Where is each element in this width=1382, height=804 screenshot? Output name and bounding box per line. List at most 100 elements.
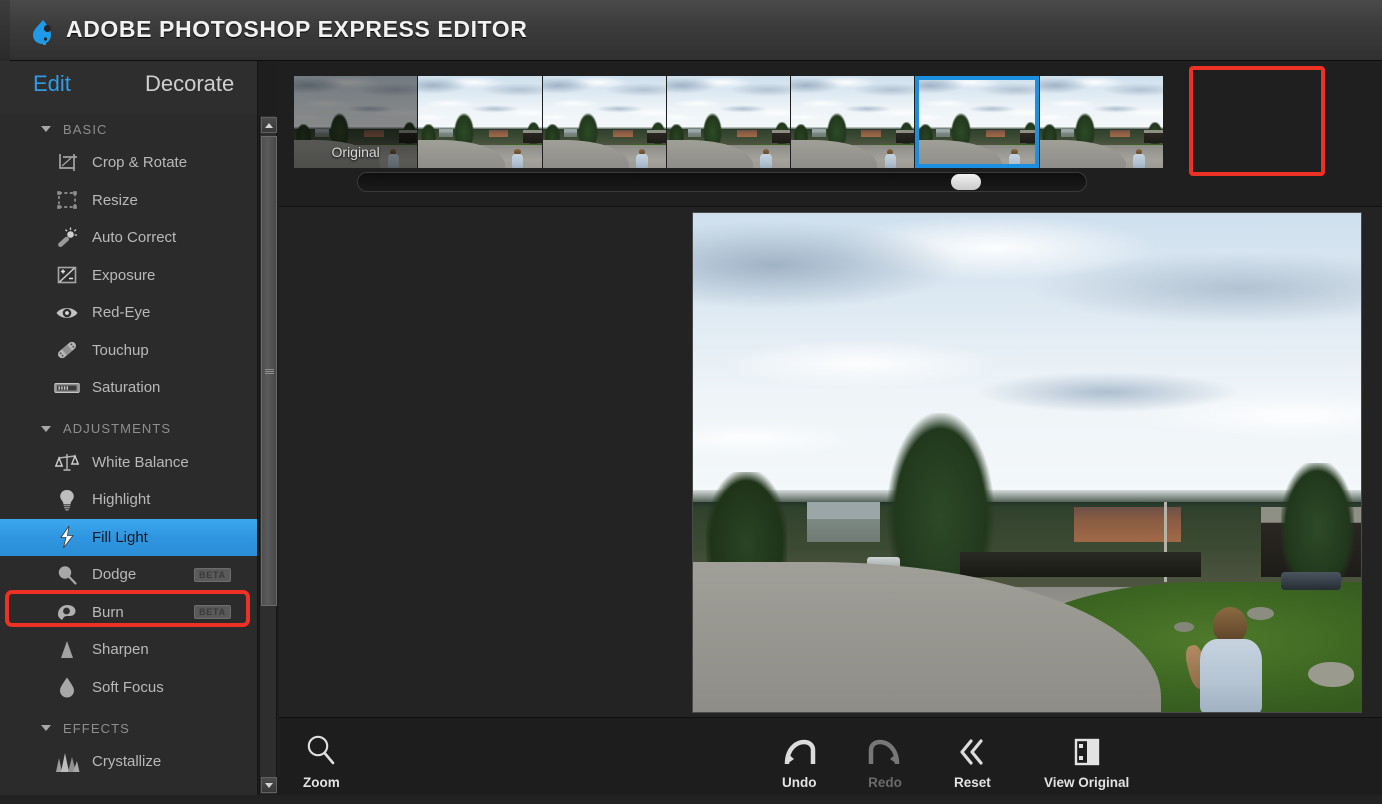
thumbnail-image — [915, 76, 1039, 168]
soft-focus-drop-icon — [54, 675, 80, 699]
thumbnail-variant-5-selected[interactable] — [915, 76, 1039, 168]
filmstrip-slider-handle[interactable] — [951, 174, 981, 190]
photo-sky — [693, 213, 1361, 503]
sidebar-item-white-balance[interactable]: White Balance — [0, 444, 257, 482]
photo-rock-2 — [1307, 662, 1355, 688]
main-photo[interactable] — [693, 213, 1361, 712]
sidebar-item-saturation[interactable]: Saturation — [0, 369, 257, 407]
sidebar-item-label: Touchup — [92, 341, 149, 359]
zoom-button[interactable]: Zoom — [303, 732, 340, 790]
undo-arrow-icon — [782, 732, 816, 768]
thumbnail-list: Original — [294, 76, 1164, 168]
thumbnail-original[interactable]: Original — [294, 76, 418, 168]
sharpen-triangle-icon — [54, 638, 80, 662]
group-label-basic: BASIC — [63, 121, 108, 137]
photo-child — [1183, 607, 1267, 712]
balance-scale-icon — [54, 450, 80, 474]
chevron-down-icon — [41, 126, 51, 132]
sidebar-item-label: Dodge — [92, 566, 137, 584]
filmstrip-slider[interactable] — [357, 172, 1087, 192]
sidebar-item-touchup[interactable]: Touchup — [0, 332, 257, 370]
photo-house-white — [806, 502, 881, 543]
sidebar-item-crop-rotate[interactable]: Crop & Rotate — [0, 144, 257, 182]
double-chevron-left-icon — [957, 732, 987, 768]
sidebar-scrollbar[interactable] — [259, 116, 277, 794]
tab-decorate[interactable]: Decorate — [145, 71, 234, 97]
chevron-down-icon — [41, 725, 51, 731]
magnifier-icon — [305, 732, 337, 768]
sidebar-item-label: Auto Correct — [92, 229, 177, 247]
sidebar-item-label: Burn — [92, 603, 124, 621]
thumbnail-variant-3[interactable] — [666, 76, 791, 168]
thumbnail-variant-2[interactable] — [542, 76, 666, 168]
sidebar-item-dodge[interactable]: Dodge BETA — [0, 556, 257, 594]
filmstrip: Original — [279, 61, 1382, 207]
redo-arrow-icon — [868, 732, 902, 768]
undo-label: Undo — [782, 775, 817, 790]
sidebar-item-soft-focus[interactable]: Soft Focus — [0, 669, 257, 707]
thumbnail-variant-1[interactable] — [418, 76, 542, 168]
sidebar-item-exposure[interactable]: Exposure — [0, 257, 257, 295]
thumbnail-variant-6[interactable] — [1039, 76, 1163, 168]
sidebar-item-label: White Balance — [92, 453, 189, 471]
sidebar-item-red-eye[interactable]: Red-Eye — [0, 294, 257, 332]
undo-button[interactable]: Undo — [782, 732, 817, 790]
zoom-label: Zoom — [303, 775, 340, 790]
tab-edit[interactable]: Edit — [33, 71, 71, 97]
reset-button[interactable]: Reset — [954, 732, 991, 790]
chevron-down-icon — [41, 425, 51, 432]
sidebar-item-resize[interactable]: Resize — [0, 182, 257, 220]
sidebar: Edit Decorate BASIC Crop & Rotate Resize… — [0, 61, 258, 804]
scrollbar-thumb[interactable] — [261, 136, 277, 606]
redo-label: Redo — [868, 775, 902, 790]
sidebar-item-label: Sharpen — [92, 641, 149, 659]
thumbnail-image — [542, 76, 666, 168]
eye-icon — [54, 301, 80, 325]
thumbnail-variant-4[interactable] — [791, 76, 915, 168]
group-header-adjustments[interactable]: ADJUSTMENTS — [0, 414, 257, 444]
view-original-label: View Original — [1044, 775, 1130, 790]
sidebar-item-label: Resize — [92, 191, 138, 209]
sidebar-item-auto-correct[interactable]: Auto Correct — [0, 219, 257, 257]
crystallize-icon — [54, 750, 80, 774]
group-header-basic[interactable]: BASIC — [0, 114, 257, 144]
exposure-icon — [54, 263, 80, 287]
bottom-toolbar: Zoom Undo Redo Reset View Original — [279, 717, 1382, 804]
photo-fence — [960, 552, 1201, 578]
sidebar-item-crystallize[interactable]: Crystallize — [0, 743, 257, 781]
scrollbar-grip — [265, 369, 274, 375]
dodge-circle-icon — [54, 563, 80, 587]
status-badge: BETA — [193, 605, 231, 620]
thumbnail-original-label: Original — [331, 144, 380, 160]
scroll-up-arrow-icon[interactable] — [261, 117, 277, 133]
page-title: ADOBE PHOTOSHOP EXPRESS EDITOR — [66, 16, 528, 42]
sidebar-item-label: Soft Focus — [92, 678, 164, 696]
magic-wand-icon — [54, 226, 80, 250]
scroll-down-arrow-icon[interactable] — [261, 777, 277, 793]
thumbnail-image — [1039, 76, 1163, 168]
sidebar-item-label: Crystallize — [92, 753, 162, 771]
sidebar-item-highlight[interactable]: Highlight — [0, 481, 257, 519]
sidebar-item-burn[interactable]: Burn BETA — [0, 594, 257, 632]
title-bar-notch — [0, 0, 10, 61]
thumbnail-image — [791, 76, 915, 168]
sidebar-item-label: Fill Light — [92, 528, 148, 546]
sidebar-item-label: Red-Eye — [92, 304, 151, 322]
saturation-slider-icon — [54, 376, 80, 400]
selected-thumbnail-annotation-box — [1189, 66, 1325, 176]
thumbnail-image — [418, 76, 542, 168]
view-original-button[interactable]: View Original — [1044, 732, 1129, 790]
sidebar-item-label: Crop & Rotate — [92, 154, 188, 172]
sidebar-item-sharpen[interactable]: Sharpen — [0, 631, 257, 669]
photoshop-express-drop-icon — [33, 20, 52, 45]
redo-button[interactable]: Redo — [868, 732, 902, 790]
group-header-effects[interactable]: EFFECTS — [0, 713, 257, 743]
thumbnail-image — [666, 76, 791, 168]
sidebar-item-fill-light[interactable]: Fill Light — [0, 518, 257, 556]
sidebar-tabs: Edit Decorate — [0, 61, 257, 114]
photo-tree-right — [1280, 462, 1355, 583]
lightbulb-icon — [54, 488, 80, 512]
tool-list: BASIC Crop & Rotate Resize Auto Correct … — [0, 114, 257, 804]
sidebar-item-label: Highlight — [92, 491, 151, 509]
sidebar-item-label: Exposure — [92, 266, 156, 284]
